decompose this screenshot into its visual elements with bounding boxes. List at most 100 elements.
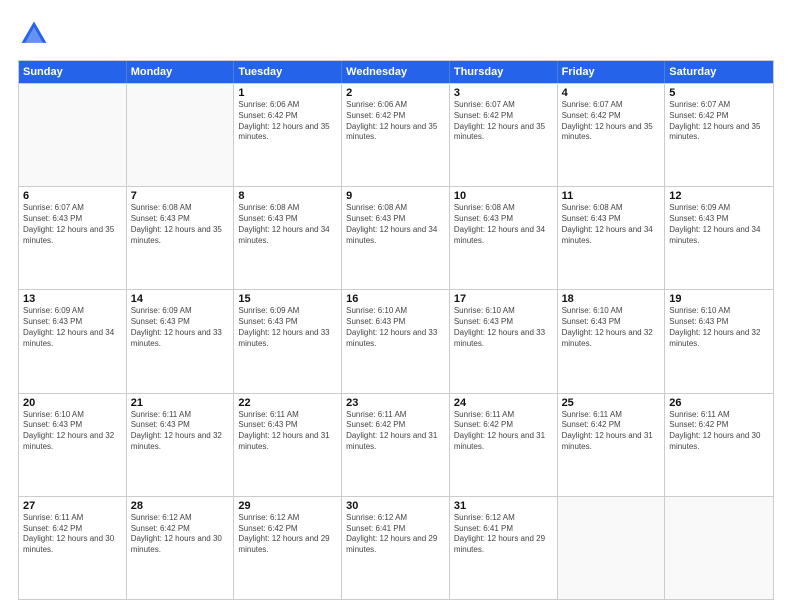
day-number: 8 (238, 190, 337, 202)
day-number: 7 (131, 190, 230, 202)
day-number: 31 (454, 500, 553, 512)
cell-info: Sunrise: 6:12 AM Sunset: 6:42 PM Dayligh… (131, 513, 230, 556)
header-day-friday: Friday (558, 61, 666, 83)
day-number: 19 (669, 293, 769, 305)
cell-info: Sunrise: 6:06 AM Sunset: 6:42 PM Dayligh… (238, 100, 337, 143)
day-number: 26 (669, 397, 769, 409)
header-day-sunday: Sunday (19, 61, 127, 83)
cell-info: Sunrise: 6:10 AM Sunset: 6:43 PM Dayligh… (669, 306, 769, 349)
day-number: 15 (238, 293, 337, 305)
week-row-3: 13Sunrise: 6:09 AM Sunset: 6:43 PM Dayli… (19, 289, 773, 392)
header (18, 18, 774, 50)
cal-cell: 2Sunrise: 6:06 AM Sunset: 6:42 PM Daylig… (342, 84, 450, 186)
cell-info: Sunrise: 6:09 AM Sunset: 6:43 PM Dayligh… (669, 203, 769, 246)
cell-info: Sunrise: 6:08 AM Sunset: 6:43 PM Dayligh… (346, 203, 445, 246)
cal-cell: 12Sunrise: 6:09 AM Sunset: 6:43 PM Dayli… (665, 187, 773, 289)
cell-info: Sunrise: 6:11 AM Sunset: 6:42 PM Dayligh… (346, 410, 445, 453)
cal-cell: 14Sunrise: 6:09 AM Sunset: 6:43 PM Dayli… (127, 290, 235, 392)
cal-cell: 28Sunrise: 6:12 AM Sunset: 6:42 PM Dayli… (127, 497, 235, 599)
header-day-thursday: Thursday (450, 61, 558, 83)
day-number: 28 (131, 500, 230, 512)
cal-cell: 5Sunrise: 6:07 AM Sunset: 6:42 PM Daylig… (665, 84, 773, 186)
day-number: 2 (346, 87, 445, 99)
cell-info: Sunrise: 6:11 AM Sunset: 6:43 PM Dayligh… (238, 410, 337, 453)
day-number: 27 (23, 500, 122, 512)
cal-cell: 16Sunrise: 6:10 AM Sunset: 6:43 PM Dayli… (342, 290, 450, 392)
logo-icon (18, 18, 50, 50)
cal-cell: 23Sunrise: 6:11 AM Sunset: 6:42 PM Dayli… (342, 394, 450, 496)
page: SundayMondayTuesdayWednesdayThursdayFrid… (0, 0, 792, 612)
cal-cell: 20Sunrise: 6:10 AM Sunset: 6:43 PM Dayli… (19, 394, 127, 496)
day-number: 18 (562, 293, 661, 305)
day-number: 14 (131, 293, 230, 305)
cal-cell: 7Sunrise: 6:08 AM Sunset: 6:43 PM Daylig… (127, 187, 235, 289)
day-number: 20 (23, 397, 122, 409)
cell-info: Sunrise: 6:11 AM Sunset: 6:42 PM Dayligh… (562, 410, 661, 453)
cell-info: Sunrise: 6:12 AM Sunset: 6:42 PM Dayligh… (238, 513, 337, 556)
cell-info: Sunrise: 6:09 AM Sunset: 6:43 PM Dayligh… (23, 306, 122, 349)
cal-cell: 19Sunrise: 6:10 AM Sunset: 6:43 PM Dayli… (665, 290, 773, 392)
week-row-5: 27Sunrise: 6:11 AM Sunset: 6:42 PM Dayli… (19, 496, 773, 599)
day-number: 17 (454, 293, 553, 305)
day-number: 22 (238, 397, 337, 409)
day-number: 4 (562, 87, 661, 99)
day-number: 12 (669, 190, 769, 202)
cal-cell: 30Sunrise: 6:12 AM Sunset: 6:41 PM Dayli… (342, 497, 450, 599)
cal-cell: 21Sunrise: 6:11 AM Sunset: 6:43 PM Dayli… (127, 394, 235, 496)
cal-cell: 11Sunrise: 6:08 AM Sunset: 6:43 PM Dayli… (558, 187, 666, 289)
cal-cell: 13Sunrise: 6:09 AM Sunset: 6:43 PM Dayli… (19, 290, 127, 392)
logo (18, 18, 54, 50)
cell-info: Sunrise: 6:12 AM Sunset: 6:41 PM Dayligh… (454, 513, 553, 556)
cell-info: Sunrise: 6:09 AM Sunset: 6:43 PM Dayligh… (238, 306, 337, 349)
calendar-body: 1Sunrise: 6:06 AM Sunset: 6:42 PM Daylig… (19, 83, 773, 599)
cal-cell (665, 497, 773, 599)
cell-info: Sunrise: 6:10 AM Sunset: 6:43 PM Dayligh… (454, 306, 553, 349)
day-number: 5 (669, 87, 769, 99)
day-number: 11 (562, 190, 661, 202)
day-number: 13 (23, 293, 122, 305)
cal-cell: 9Sunrise: 6:08 AM Sunset: 6:43 PM Daylig… (342, 187, 450, 289)
cell-info: Sunrise: 6:10 AM Sunset: 6:43 PM Dayligh… (23, 410, 122, 453)
header-day-monday: Monday (127, 61, 235, 83)
cell-info: Sunrise: 6:08 AM Sunset: 6:43 PM Dayligh… (454, 203, 553, 246)
day-number: 6 (23, 190, 122, 202)
cell-info: Sunrise: 6:11 AM Sunset: 6:42 PM Dayligh… (454, 410, 553, 453)
day-number: 25 (562, 397, 661, 409)
day-number: 3 (454, 87, 553, 99)
week-row-2: 6Sunrise: 6:07 AM Sunset: 6:43 PM Daylig… (19, 186, 773, 289)
cal-cell: 6Sunrise: 6:07 AM Sunset: 6:43 PM Daylig… (19, 187, 127, 289)
cal-cell: 3Sunrise: 6:07 AM Sunset: 6:42 PM Daylig… (450, 84, 558, 186)
day-number: 23 (346, 397, 445, 409)
cal-cell (19, 84, 127, 186)
cell-info: Sunrise: 6:11 AM Sunset: 6:42 PM Dayligh… (669, 410, 769, 453)
cell-info: Sunrise: 6:12 AM Sunset: 6:41 PM Dayligh… (346, 513, 445, 556)
cell-info: Sunrise: 6:07 AM Sunset: 6:42 PM Dayligh… (562, 100, 661, 143)
cell-info: Sunrise: 6:09 AM Sunset: 6:43 PM Dayligh… (131, 306, 230, 349)
day-number: 16 (346, 293, 445, 305)
cal-cell: 29Sunrise: 6:12 AM Sunset: 6:42 PM Dayli… (234, 497, 342, 599)
day-number: 30 (346, 500, 445, 512)
week-row-4: 20Sunrise: 6:10 AM Sunset: 6:43 PM Dayli… (19, 393, 773, 496)
cell-info: Sunrise: 6:08 AM Sunset: 6:43 PM Dayligh… (562, 203, 661, 246)
day-number: 24 (454, 397, 553, 409)
day-number: 1 (238, 87, 337, 99)
day-number: 21 (131, 397, 230, 409)
cell-info: Sunrise: 6:10 AM Sunset: 6:43 PM Dayligh… (346, 306, 445, 349)
week-row-1: 1Sunrise: 6:06 AM Sunset: 6:42 PM Daylig… (19, 83, 773, 186)
cal-cell (127, 84, 235, 186)
header-day-tuesday: Tuesday (234, 61, 342, 83)
cal-cell: 18Sunrise: 6:10 AM Sunset: 6:43 PM Dayli… (558, 290, 666, 392)
cal-cell: 27Sunrise: 6:11 AM Sunset: 6:42 PM Dayli… (19, 497, 127, 599)
cal-cell: 4Sunrise: 6:07 AM Sunset: 6:42 PM Daylig… (558, 84, 666, 186)
cell-info: Sunrise: 6:10 AM Sunset: 6:43 PM Dayligh… (562, 306, 661, 349)
cell-info: Sunrise: 6:07 AM Sunset: 6:42 PM Dayligh… (669, 100, 769, 143)
cal-cell (558, 497, 666, 599)
cal-cell: 25Sunrise: 6:11 AM Sunset: 6:42 PM Dayli… (558, 394, 666, 496)
cal-cell: 31Sunrise: 6:12 AM Sunset: 6:41 PM Dayli… (450, 497, 558, 599)
cal-cell: 1Sunrise: 6:06 AM Sunset: 6:42 PM Daylig… (234, 84, 342, 186)
cal-cell: 26Sunrise: 6:11 AM Sunset: 6:42 PM Dayli… (665, 394, 773, 496)
cal-cell: 22Sunrise: 6:11 AM Sunset: 6:43 PM Dayli… (234, 394, 342, 496)
cal-cell: 24Sunrise: 6:11 AM Sunset: 6:42 PM Dayli… (450, 394, 558, 496)
cal-cell: 10Sunrise: 6:08 AM Sunset: 6:43 PM Dayli… (450, 187, 558, 289)
cell-info: Sunrise: 6:08 AM Sunset: 6:43 PM Dayligh… (131, 203, 230, 246)
